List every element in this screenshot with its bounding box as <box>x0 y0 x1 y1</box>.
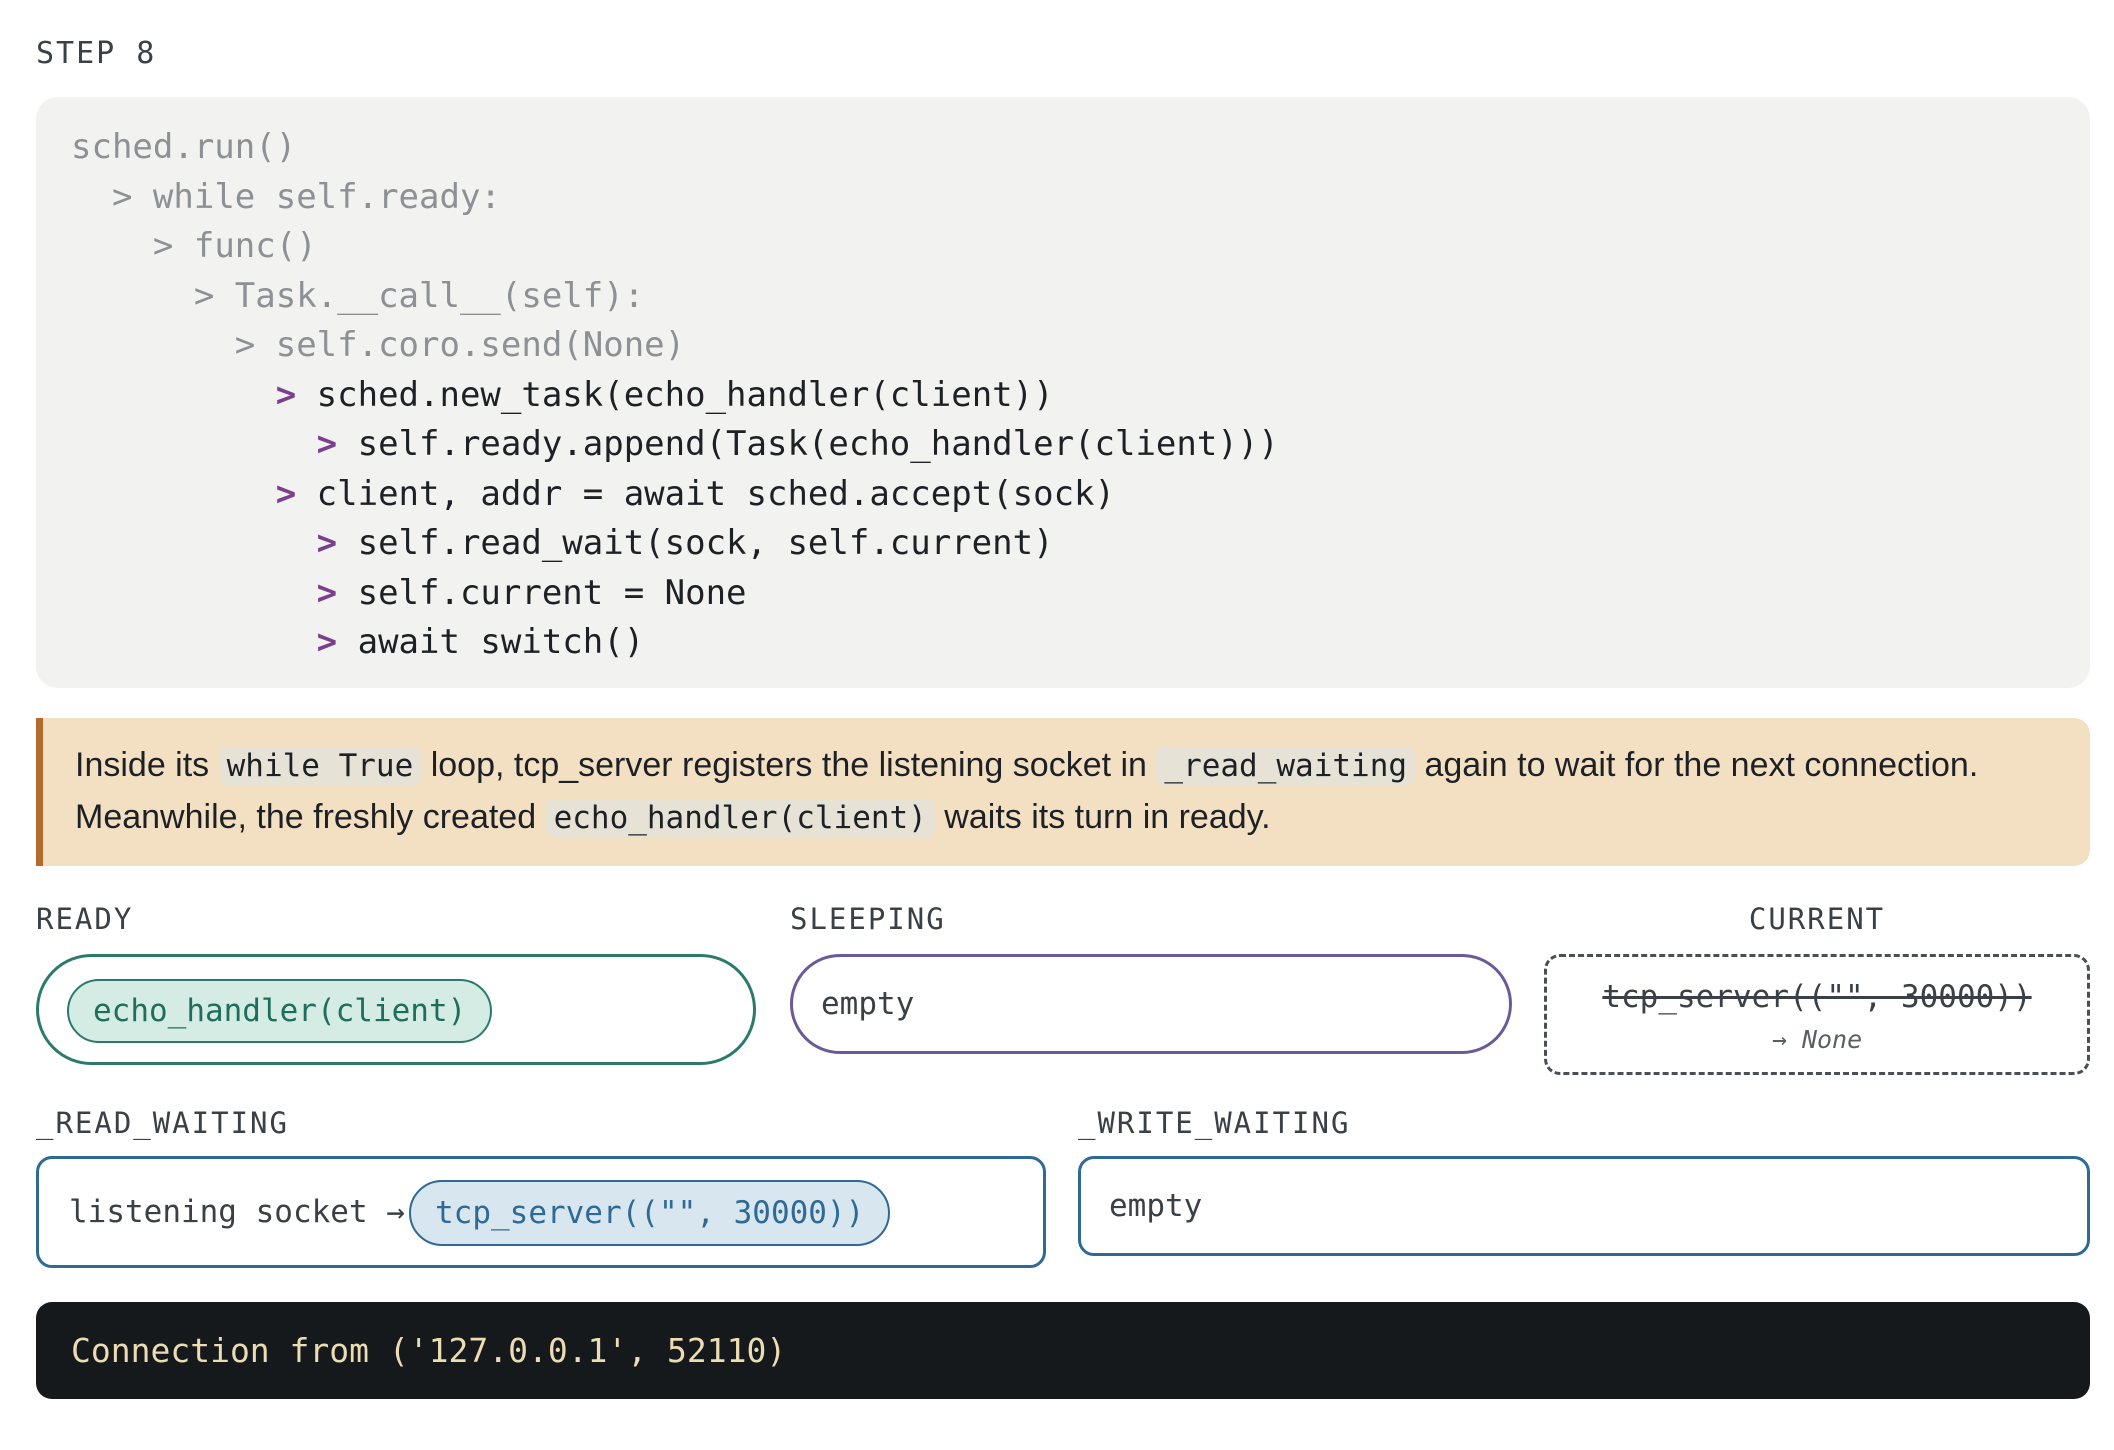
previous-current-task: tcp_server(("", 30000)) <box>1602 979 2032 1015</box>
code-arrow: > <box>275 374 317 415</box>
current-task-label: CURRENT <box>1748 902 1886 936</box>
note-text: Inside its <box>75 746 219 784</box>
terminal-output: Connection from ('127.0.0.1', 52110) <box>36 1302 2090 1399</box>
code-line: > self.current = None <box>71 569 2090 619</box>
call-stack-code-block: sched.run() > while self.ready: > func()… <box>36 97 2090 688</box>
write-waiting-label: _WRITE_WAITING <box>1078 1106 1351 1140</box>
code-text: sched.run() <box>71 127 297 167</box>
code-text: self.current = None <box>357 572 747 613</box>
code-line: sched.run() <box>71 123 2090 173</box>
note-text: loop, tcp_server registers the listening… <box>421 746 1157 784</box>
code-arrow: > <box>193 275 235 316</box>
ready-queue-label: READY <box>36 902 134 936</box>
sleeping-queue: empty <box>790 954 1512 1054</box>
code-text: await switch() <box>357 622 645 662</box>
inline-code: echo_handler(client) <box>545 799 935 837</box>
sleeping-empty-text: empty <box>821 986 915 1022</box>
code-arrow: > <box>316 572 358 613</box>
write-waiting-empty-text: empty <box>1109 1188 1203 1224</box>
read-waiting-task-pill: tcp_server(("", 30000)) <box>409 1180 891 1246</box>
code-line: > await switch() <box>71 618 2090 668</box>
terminal-output-text: Connection from ('127.0.0.1', 52110) <box>71 1331 787 1370</box>
step-label: STEP 8 <box>36 36 157 71</box>
code-arrow: > <box>234 325 276 365</box>
code-text: Task.__call__(self): <box>234 275 645 316</box>
code-line: > sched.new_task(echo_handler(client)) <box>71 371 2090 421</box>
code-arrow: > <box>316 622 358 662</box>
inline-code: _read_waiting <box>1156 747 1416 785</box>
code-arrow: > <box>275 473 317 514</box>
explanation-callout: Inside its while True loop, tcp_server r… <box>36 718 2090 866</box>
code-line: > while self.ready: <box>71 173 2090 223</box>
code-line: > self.ready.append(Task(echo_handler(cl… <box>71 420 2090 470</box>
code-line: > Task.__call__(self): <box>71 272 2090 322</box>
ready-task-pill: echo_handler(client) <box>67 979 493 1043</box>
code-text: self.coro.send(None) <box>275 325 686 365</box>
code-arrow: > <box>152 226 194 266</box>
code-arrow: > <box>111 176 153 217</box>
code-text: self.read_wait(sock, self.current) <box>357 523 1054 563</box>
inline-code: while True <box>218 747 422 785</box>
code-line: > self.read_wait(sock, self.current) <box>71 519 2090 569</box>
sleeping-queue-label: SLEEPING <box>790 902 946 936</box>
code-text: self.ready.append(Task(echo_handler(clie… <box>357 424 1279 464</box>
code-text: client, addr = await sched.accept(sock) <box>316 473 1115 514</box>
note-text: waits its turn in ready. <box>934 798 1271 836</box>
read-waiting-map: listening socket → tcp_server(("", 30000… <box>36 1156 1046 1268</box>
code-arrow: > <box>316 523 358 563</box>
current-task-box: tcp_server(("", 30000)) → None <box>1544 954 2090 1075</box>
ready-queue: echo_handler(client) <box>36 954 756 1065</box>
code-line: > client, addr = await sched.accept(sock… <box>71 470 2090 520</box>
current-task-value: → None <box>1771 1025 1863 1054</box>
read-waiting-key: listening socket → <box>69 1194 405 1230</box>
code-arrow: > <box>316 424 358 464</box>
code-text: func() <box>193 226 317 266</box>
code-text: while self.ready: <box>152 176 501 217</box>
code-text: sched.new_task(echo_handler(client)) <box>316 374 1054 415</box>
write-waiting-map: empty <box>1078 1156 2090 1256</box>
code-line: > func() <box>71 222 2090 272</box>
read-waiting-label: _READ_WAITING <box>36 1106 289 1140</box>
code-line: > self.coro.send(None) <box>71 321 2090 371</box>
